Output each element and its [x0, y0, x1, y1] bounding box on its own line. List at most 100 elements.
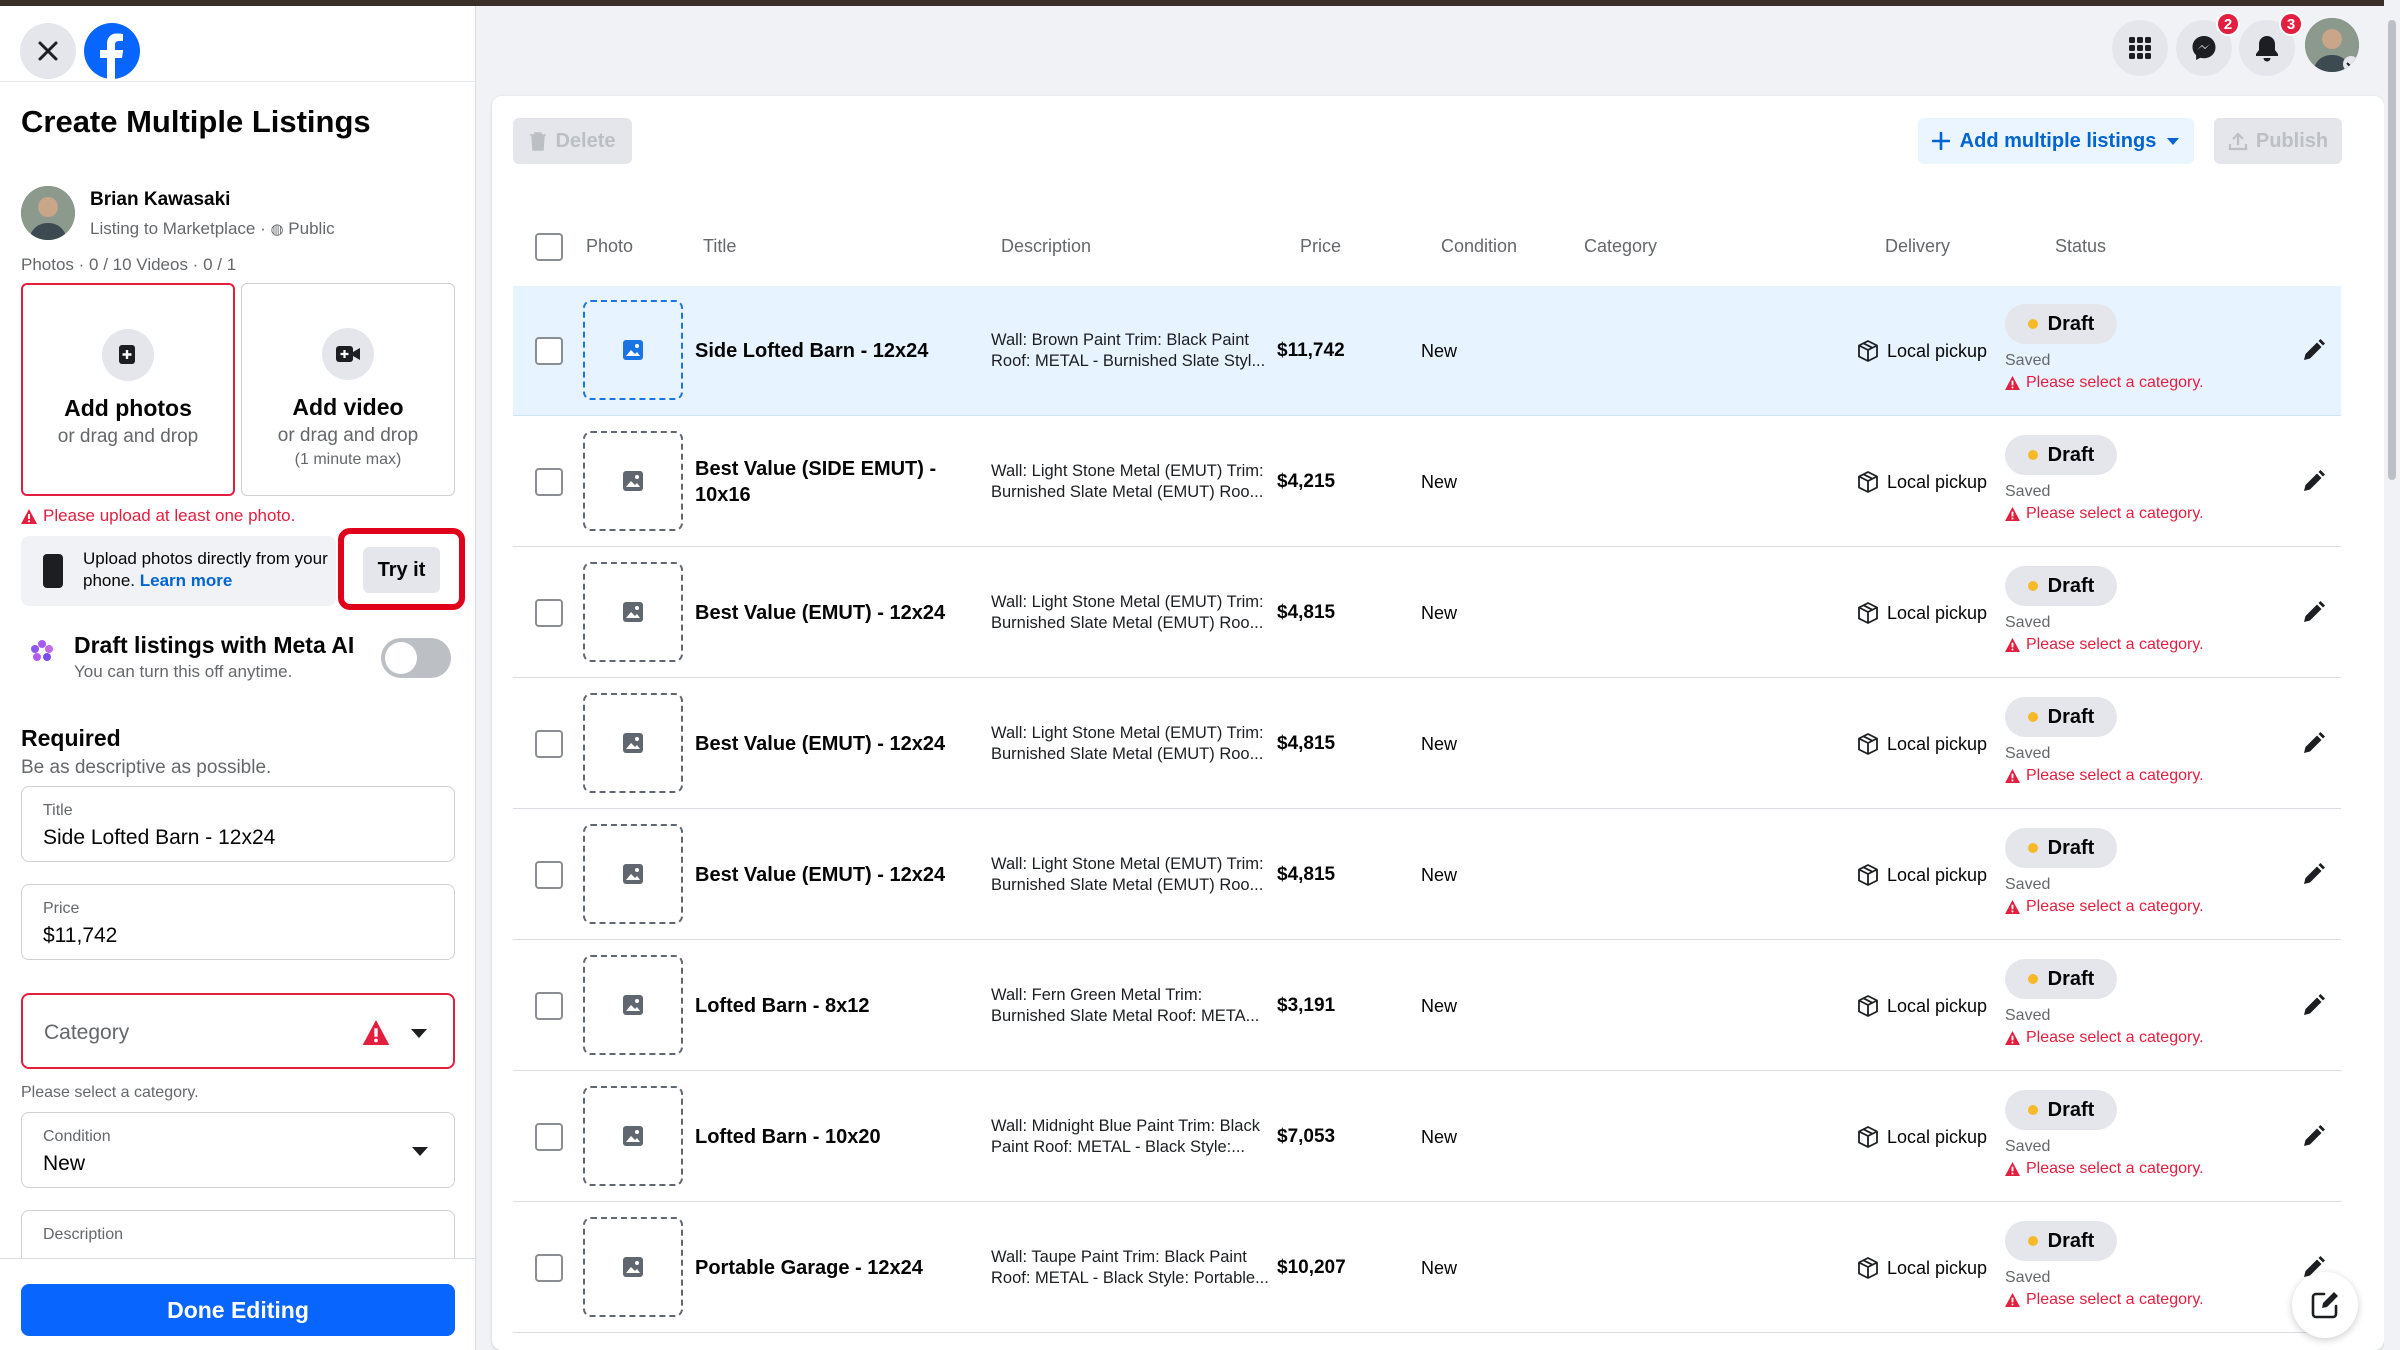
listing-delivery[interactable]: Local pickup — [1857, 810, 1987, 940]
page-scrollbar[interactable] — [2384, 0, 2400, 1350]
row-checkbox[interactable] — [535, 861, 563, 889]
select-all-checkbox[interactable] — [535, 233, 563, 261]
edit-pencil-icon[interactable] — [2298, 860, 2328, 890]
category-select[interactable]: Category — [21, 993, 455, 1069]
facebook-logo[interactable] — [84, 23, 140, 79]
delete-button[interactable]: Delete — [513, 118, 632, 164]
listing-condition[interactable]: New — [1421, 417, 1457, 547]
title-field[interactable]: Title Side Lofted Barn - 12x24 — [21, 786, 455, 862]
listing-title[interactable]: Side Lofted Barn - 12x24 — [695, 286, 985, 416]
listing-title[interactable]: Best Value (EMUT) - 12x24 — [695, 679, 985, 809]
meta-ai-toggle[interactable] — [381, 638, 451, 678]
try-it-button[interactable]: Try it — [363, 547, 440, 593]
listing-delivery[interactable]: Local pickup — [1857, 679, 1987, 809]
listing-description[interactable]: Wall: Light Stone Metal (EMUT) Trim: Bur… — [991, 679, 1271, 809]
listing-description[interactable]: Wall: Light Stone Metal (EMUT) Trim: Bur… — [991, 810, 1271, 940]
listing-delivery[interactable]: Local pickup — [1857, 1072, 1987, 1202]
edit-pencil-icon[interactable] — [2298, 1122, 2328, 1152]
listing-delivery[interactable]: Local pickup — [1857, 417, 1987, 547]
listing-condition[interactable]: New — [1421, 1072, 1457, 1202]
listing-description[interactable]: Wall: Midnight Blue Paint Trim: Black Pa… — [991, 1072, 1271, 1202]
row-checkbox[interactable] — [535, 730, 563, 758]
done-editing-button[interactable]: Done Editing — [21, 1284, 455, 1336]
listing-price[interactable]: $4,815 — [1277, 679, 1335, 809]
listing-title[interactable]: Lofted Barn - 8x12 — [695, 941, 985, 1071]
listing-condition[interactable]: New — [1421, 941, 1457, 1071]
table-row[interactable]: Best Value (EMUT) - 12x24 Wall: Light Sto… — [513, 548, 2341, 678]
listing-condition[interactable]: New — [1421, 810, 1457, 940]
table-row[interactable]: Side Lofted Barn - 12x24 Wall: Brown Pain… — [513, 286, 2341, 416]
table-row[interactable]: Portable Garage - 12x24 Wall: Taupe Paint… — [513, 1203, 2341, 1333]
photo-placeholder[interactable] — [583, 300, 683, 400]
menu-button[interactable] — [2112, 20, 2168, 76]
bell-icon — [2256, 36, 2278, 62]
table-row[interactable]: Best Value (SIDE EMUT) - 10x16 Wall: Ligh… — [513, 417, 2341, 547]
photo-placeholder[interactable] — [583, 431, 683, 531]
listing-price[interactable]: $10,207 — [1277, 1203, 1346, 1333]
listing-delivery[interactable]: Local pickup — [1857, 286, 1987, 416]
close-button[interactable] — [20, 23, 76, 79]
listing-price[interactable]: $3,191 — [1277, 941, 1335, 1071]
listing-condition[interactable]: New — [1421, 1203, 1457, 1333]
image-icon — [623, 1257, 643, 1277]
add-photos-button[interactable]: Add photos or drag and drop — [21, 283, 235, 496]
phone-upload-banner: Upload photos directly from your phone. … — [21, 536, 336, 606]
listing-condition[interactable]: New — [1421, 548, 1457, 678]
edit-pencil-icon[interactable] — [2298, 467, 2328, 497]
account-avatar[interactable] — [2305, 18, 2359, 72]
listing-description[interactable]: Wall: Brown Paint Trim: Black Paint Roof… — [991, 286, 1271, 416]
avatar[interactable] — [21, 186, 75, 240]
status-label: Draft — [2047, 967, 2095, 990]
row-checkbox[interactable] — [535, 468, 563, 496]
listing-description[interactable]: Wall: Fern Green Metal Trim: Burnished S… — [991, 941, 1271, 1071]
row-checkbox[interactable] — [535, 599, 563, 627]
condition-select[interactable]: Condition New — [21, 1112, 455, 1188]
edit-pencil-icon[interactable] — [2298, 598, 2328, 628]
table-row[interactable]: Lofted Barn - 10x20 Wall: Midnight Blue P… — [513, 1072, 2341, 1202]
listing-condition[interactable]: New — [1421, 679, 1457, 809]
image-icon — [623, 733, 643, 753]
listing-title[interactable]: Best Value (EMUT) - 12x24 — [695, 810, 985, 940]
add-video-button[interactable]: Add video or drag and drop (1 minute max… — [241, 283, 455, 496]
photo-placeholder[interactable] — [583, 1217, 683, 1317]
scrollbar-thumb[interactable] — [2388, 20, 2396, 480]
listing-delivery[interactable]: Local pickup — [1857, 941, 1987, 1071]
listing-description[interactable]: Wall: Taupe Paint Trim: Black Paint Roof… — [991, 1203, 1271, 1333]
table-row[interactable]: Best Value (EMUT) - 12x24 Wall: Light Sto… — [513, 810, 2341, 940]
price-field[interactable]: Price $11,742 — [21, 884, 455, 960]
listing-price[interactable]: $4,215 — [1277, 417, 1335, 547]
row-checkbox[interactable] — [535, 1123, 563, 1151]
listing-description[interactable]: Wall: Light Stone Metal (EMUT) Trim: Bur… — [991, 417, 1271, 547]
listing-title[interactable]: Best Value (EMUT) - 12x24 — [695, 548, 985, 678]
notifications-button[interactable]: 3 — [2239, 12, 2303, 76]
row-checkbox[interactable] — [535, 337, 563, 365]
listing-title[interactable]: Best Value (SIDE EMUT) - 10x16 — [695, 417, 985, 547]
listing-title[interactable]: Lofted Barn - 10x20 — [695, 1072, 985, 1202]
photo-placeholder[interactable] — [583, 693, 683, 793]
table-row[interactable]: Lofted Barn - 8x12 Wall: Fern Green Metal… — [513, 941, 2341, 1071]
edit-pencil-icon[interactable] — [2298, 729, 2328, 759]
photo-placeholder[interactable] — [583, 562, 683, 662]
listing-delivery[interactable]: Local pickup — [1857, 1203, 1987, 1333]
photo-placeholder[interactable] — [583, 1086, 683, 1186]
table-row[interactable]: Best Value (EMUT) - 12x24 Wall: Light Sto… — [513, 679, 2341, 809]
row-checkbox[interactable] — [535, 1254, 563, 1282]
messenger-button[interactable]: 2 — [2176, 12, 2240, 76]
listing-title[interactable]: Portable Garage - 12x24 — [695, 1203, 985, 1333]
listing-description[interactable]: Wall: Light Stone Metal (EMUT) Trim: Bur… — [991, 548, 1271, 678]
row-checkbox[interactable] — [535, 992, 563, 1020]
publish-button[interactable]: Publish — [2214, 118, 2342, 164]
learn-more-link[interactable]: Learn more — [140, 571, 233, 590]
edit-pencil-icon[interactable] — [2298, 991, 2328, 1021]
add-multiple-listings-button[interactable]: Add multiple listings — [1918, 118, 2194, 164]
listing-condition[interactable]: New — [1421, 286, 1457, 416]
photo-placeholder[interactable] — [583, 955, 683, 1055]
listing-price[interactable]: $4,815 — [1277, 810, 1335, 940]
photo-placeholder[interactable] — [583, 824, 683, 924]
listing-price[interactable]: $4,815 — [1277, 548, 1335, 678]
listing-price[interactable]: $11,742 — [1277, 286, 1345, 416]
listing-price[interactable]: $7,053 — [1277, 1072, 1335, 1202]
listing-delivery[interactable]: Local pickup — [1857, 548, 1987, 678]
edit-pencil-icon[interactable] — [2298, 336, 2328, 366]
new-message-button[interactable] — [2292, 1272, 2358, 1338]
